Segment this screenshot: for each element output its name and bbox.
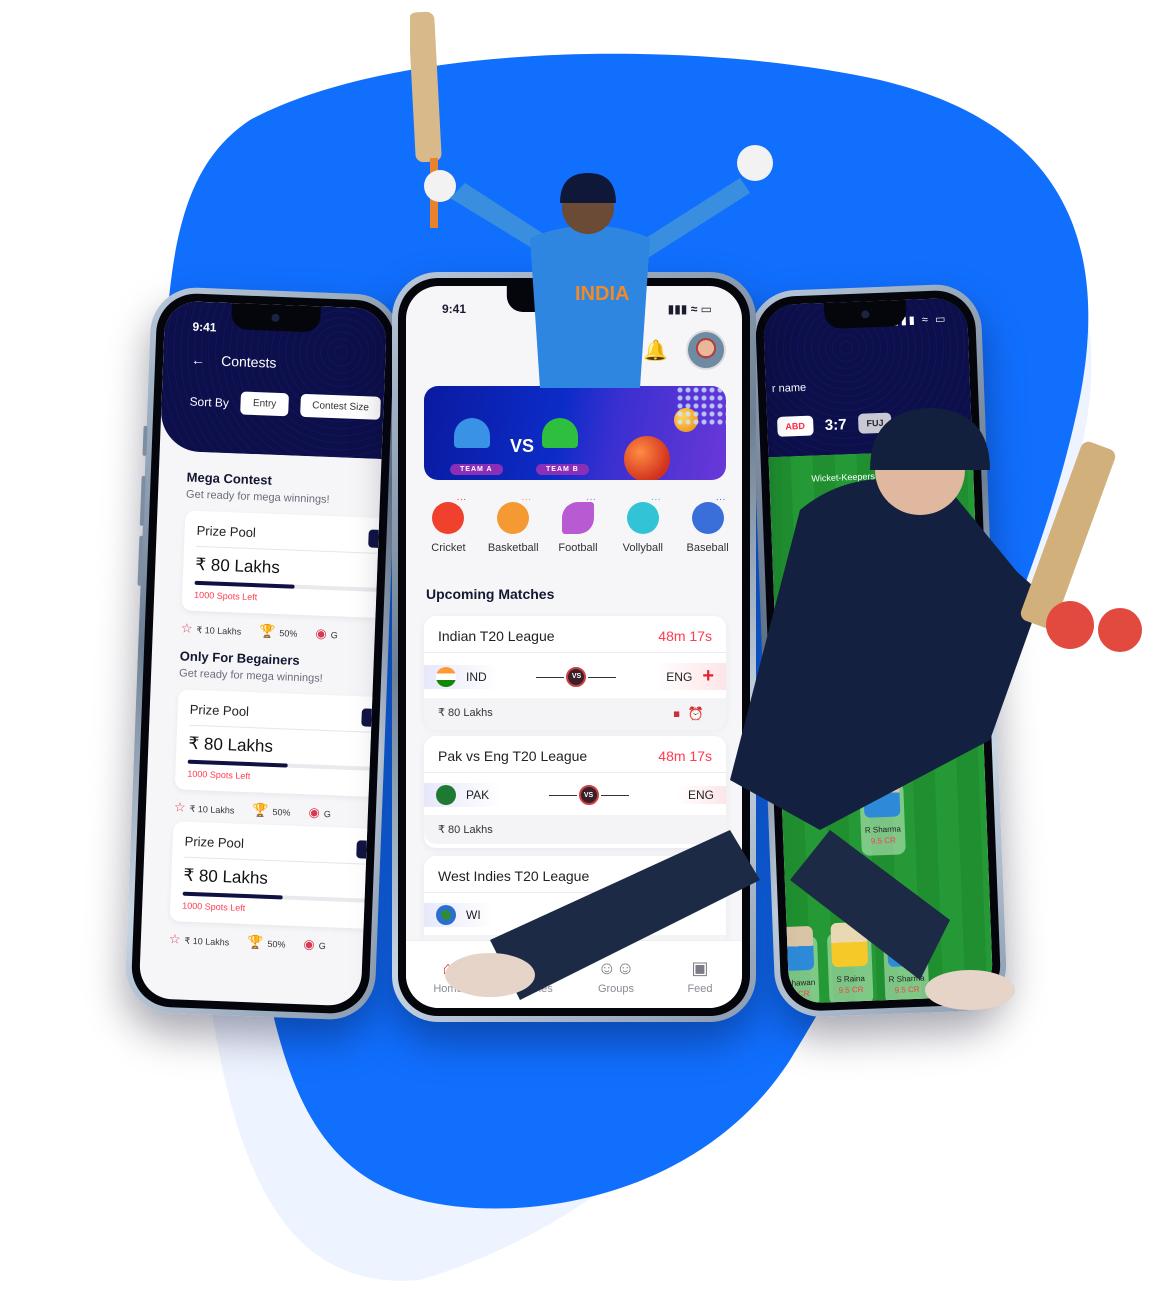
section-title: Only For Begainers (179, 648, 300, 668)
join-button[interactable] (368, 529, 379, 548)
prize-amount: ₹ 80 Lakhs (188, 733, 274, 756)
phone-side-button (137, 535, 144, 586)
contest-card[interactable]: Prize Pool ₹ 80 Lakhs 1000 Spots Left (181, 510, 380, 618)
section-subtitle: Get ready for mega winnings! (178, 667, 323, 685)
prize-pool-label: Prize Pool (196, 522, 257, 541)
guarantee-icon: ◉ (303, 936, 316, 952)
phone-notch (231, 303, 321, 333)
phone-side-button (139, 475, 146, 526)
guarantee-icon: ◉ (308, 804, 321, 820)
sort-chip-entry[interactable]: Entry (240, 391, 289, 417)
prize-pool-label: Prize Pool (189, 701, 250, 720)
prize-pool-label: Prize Pool (184, 833, 245, 851)
jersey-text: INDIA (575, 283, 629, 305)
trophy-icon: 🏆 (258, 623, 276, 639)
star-icon: ☆ (173, 799, 186, 815)
win-percent: 50% (272, 807, 291, 818)
batting-player-image (445, 408, 1142, 1010)
contests-phone: 9:41 ← Contests Sort By Entry Contest Si… (124, 286, 402, 1022)
spots-progress-fill (187, 759, 288, 768)
glove (1098, 608, 1142, 652)
page-title: Contests (220, 352, 277, 371)
prize-amount: ₹ 80 Lakhs (183, 865, 269, 888)
prize-amount: ₹ 80 Lakhs (194, 554, 281, 578)
star-icon: ☆ (168, 931, 181, 947)
spots-left: 1000 Spots Left (193, 589, 258, 603)
contest-card[interactable]: Prize Pool ₹ 80 Lakhs 1000 Spots Left (169, 821, 368, 929)
spots-progress-fill (182, 891, 283, 900)
helmet (870, 408, 990, 470)
section-subtitle: Get ready for mega winnings! (185, 488, 330, 506)
guarantee-icon: ◉ (315, 625, 328, 641)
guarantee-label: G (318, 940, 326, 952)
front-leg-pad (790, 830, 950, 980)
first-prize: ₹ 10 Lakhs (196, 624, 242, 637)
divider (196, 545, 378, 554)
spots-left: 1000 Spots Left (187, 768, 251, 782)
bat (410, 11, 442, 163)
arrow-left-icon[interactable]: ← (191, 352, 206, 369)
first-prize: ₹ 10 Lakhs (189, 803, 235, 816)
celebrating-player-image: INDIA (410, 11, 773, 388)
shoe (445, 953, 535, 997)
first-prize: ₹ 10 Lakhs (184, 935, 230, 948)
join-button[interactable] (361, 708, 372, 727)
section-title: Mega Contest (186, 469, 273, 488)
guarantee-label: G (323, 808, 332, 820)
shoe (925, 970, 1015, 1010)
trophy-icon: 🏆 (247, 934, 264, 950)
right-glove (737, 145, 773, 181)
sort-chip-contest-size[interactable]: Contest Size (299, 393, 382, 420)
divider (184, 856, 366, 865)
join-button[interactable] (356, 840, 367, 859)
torso (730, 478, 1040, 830)
win-percent: 50% (279, 628, 298, 639)
guarantee-label: G (330, 630, 338, 641)
phone-side-button (142, 425, 148, 456)
glove (1046, 601, 1094, 649)
contest-card[interactable]: Prize Pool ₹ 80 Lakhs 1000 Spots Left (174, 689, 373, 797)
divider (189, 724, 372, 733)
sort-by-label: Sort By (189, 394, 230, 410)
star-icon: ☆ (180, 620, 193, 636)
trophy-icon: 🏆 (252, 802, 269, 818)
spots-left: 1000 Spots Left (182, 900, 246, 914)
spots-progress-fill (194, 580, 295, 589)
helmet (560, 173, 616, 203)
win-percent: 50% (267, 938, 286, 950)
phone-notch (823, 299, 907, 329)
contests-screen: 9:41 ← Contests Sort By Entry Contest Si… (138, 300, 388, 1007)
